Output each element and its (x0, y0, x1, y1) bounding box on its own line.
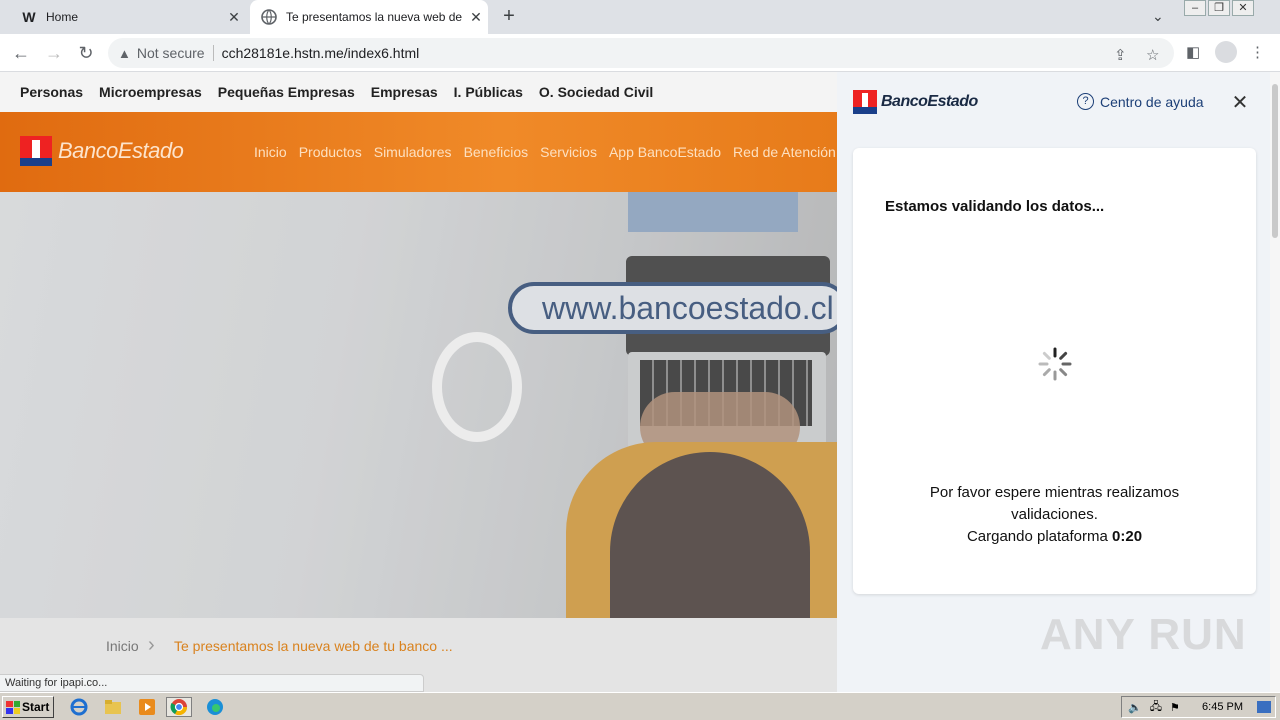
system-tray: 🔈 🖧 ⚑ 6:45 PM (1121, 696, 1276, 718)
warning-triangle-icon[interactable]: ▲ (118, 46, 131, 61)
menu-kebab-icon[interactable]: ⋮ (1250, 43, 1265, 61)
loading-label: Cargando plataforma (966, 528, 1108, 545)
side-panel-icon[interactable]: ◧ (1186, 43, 1200, 61)
message-line-2: Cargando plataforma 0:20 (893, 526, 1216, 548)
main-nav: Inicio Productos Simuladores Beneficios … (254, 144, 836, 160)
countdown: 0:20 (1112, 528, 1143, 545)
bookmark-star-icon[interactable]: ☆ (1146, 46, 1159, 64)
profile-avatar-icon[interactable] (1215, 41, 1237, 63)
start-button[interactable]: Start (2, 696, 54, 718)
scrollbar-thumb[interactable] (1272, 84, 1278, 238)
message-line-1: Por favor espere mientras realizamos val… (929, 484, 1180, 523)
panel-brand-text: BancoEstado (881, 93, 978, 110)
segment-nav-item[interactable]: Pequeñas Empresas (218, 84, 355, 100)
minimize-icon[interactable]: – (1184, 0, 1206, 16)
window-close-icon[interactable]: ✕ (1232, 0, 1254, 16)
show-desktop-icon[interactable] (1257, 701, 1271, 713)
loading-spinner-icon (1038, 347, 1072, 381)
segment-nav-item[interactable]: Personas (20, 84, 83, 100)
window-controls: – ❐ ✕ (1182, 0, 1254, 16)
start-label: Start (22, 700, 50, 714)
close-tab-icon[interactable]: ✕ (222, 9, 246, 26)
new-tab-button[interactable]: + (498, 6, 520, 28)
close-icon[interactable]: ✕ (1229, 90, 1251, 115)
wix-w-icon: W (22, 9, 36, 25)
card-message: Por favor espere mientras realizamos val… (893, 482, 1216, 548)
share-icon[interactable]: ⇪ (1114, 46, 1127, 64)
media-player-icon[interactable] (134, 697, 160, 717)
action-center-flag-icon[interactable]: ⚑ (1170, 701, 1180, 714)
main-nav-item[interactable]: App BancoEstado (609, 144, 721, 160)
taskbar: Start 🔈 🖧 ⚑ 6:45 PM (0, 692, 1280, 720)
validation-panel: BancoEstado ? Centro de ayuda ✕ Estamos … (837, 72, 1280, 692)
hero-banner: www.bancoestado.cl (0, 192, 837, 618)
main-nav-item[interactable]: Red de Atención (733, 144, 836, 160)
dim-overlay (0, 192, 837, 618)
breadcrumb-current: Te presentamos la nueva web de tu banco … (174, 638, 453, 654)
back-arrow-icon[interactable]: ← (9, 41, 33, 65)
breadcrumb-home[interactable]: Inicio (106, 638, 139, 654)
anyrun-watermark: ANY RUN (1040, 610, 1247, 659)
tab-search-chevron-icon[interactable]: ⌄ (1152, 8, 1164, 25)
help-center-link[interactable]: ? Centro de ayuda (1077, 93, 1204, 110)
site-header: BancoEstado Inicio Productos Simuladores… (0, 112, 837, 192)
web-page: Personas Microempresas Pequeñas Empresas… (0, 72, 837, 692)
url-text[interactable]: cch28181e.hstn.me/index6.html (222, 45, 420, 61)
segment-nav-item[interactable]: Empresas (371, 84, 438, 100)
restore-icon[interactable]: ❐ (1208, 0, 1230, 16)
bancoestado-mark-icon (853, 90, 877, 114)
security-label[interactable]: Not secure (137, 45, 214, 61)
main-nav-item[interactable]: Inicio (254, 144, 287, 160)
main-nav-item[interactable]: Beneficios (464, 144, 529, 160)
chrome-icon[interactable] (166, 697, 192, 717)
forward-arrow-icon[interactable]: → (42, 41, 66, 65)
windows-flag-icon (6, 700, 20, 714)
file-explorer-icon[interactable] (100, 697, 126, 717)
bancoestado-logo[interactable]: BancoEstado (20, 136, 184, 166)
network-icon[interactable]: 🖧 (1150, 698, 1162, 717)
reload-icon[interactable]: ↻ (74, 41, 98, 65)
status-bubble: Waiting for ipapi.co... (0, 674, 424, 692)
main-nav-item[interactable]: Productos (299, 144, 362, 160)
tab-title: Home (46, 10, 79, 24)
tab-title: Te presentamos la nueva web de tu banco (286, 10, 464, 24)
chevron-right-icon: › (148, 634, 155, 656)
help-label: Centro de ayuda (1100, 93, 1204, 110)
tab-strip: W Home ✕ Te presentamos la nueva web de … (0, 0, 1280, 34)
main-nav-item[interactable]: Simuladores (374, 144, 452, 160)
segment-nav-item[interactable]: Microempresas (99, 84, 202, 100)
question-circle-icon: ? (1077, 93, 1094, 110)
bancoestado-mark-icon (20, 136, 52, 166)
clock[interactable]: 6:45 PM (1202, 701, 1243, 713)
globe-icon (260, 8, 278, 26)
address-bar[interactable]: ▲ Not secure cch28181e.hstn.me/index6.ht… (108, 38, 1174, 68)
main-nav-item[interactable]: Servicios (540, 144, 597, 160)
browser-toolbar: ← → ↻ ▲ Not secure cch28181e.hstn.me/ind… (0, 34, 1280, 72)
internet-explorer-icon[interactable] (66, 697, 92, 717)
segment-nav-item[interactable]: I. Públicas (454, 84, 523, 100)
segment-nav-item[interactable]: O. Sociedad Civil (539, 84, 653, 100)
card-title: Estamos validando los datos... (885, 198, 1105, 215)
edge-icon[interactable] (202, 697, 228, 717)
panel-logo: BancoEstado (853, 90, 978, 114)
tab-home[interactable]: W Home ✕ (8, 0, 246, 34)
volume-icon[interactable]: 🔈 (1128, 701, 1142, 714)
close-tab-icon[interactable]: ✕ (464, 9, 488, 26)
tab-active[interactable]: Te presentamos la nueva web de tu banco … (250, 0, 488, 34)
segment-nav: Personas Microempresas Pequeñas Empresas… (0, 72, 837, 112)
validation-card: Estamos validando los datos... Por favor… (853, 148, 1256, 594)
brand-text: BancoEstado (58, 138, 184, 163)
